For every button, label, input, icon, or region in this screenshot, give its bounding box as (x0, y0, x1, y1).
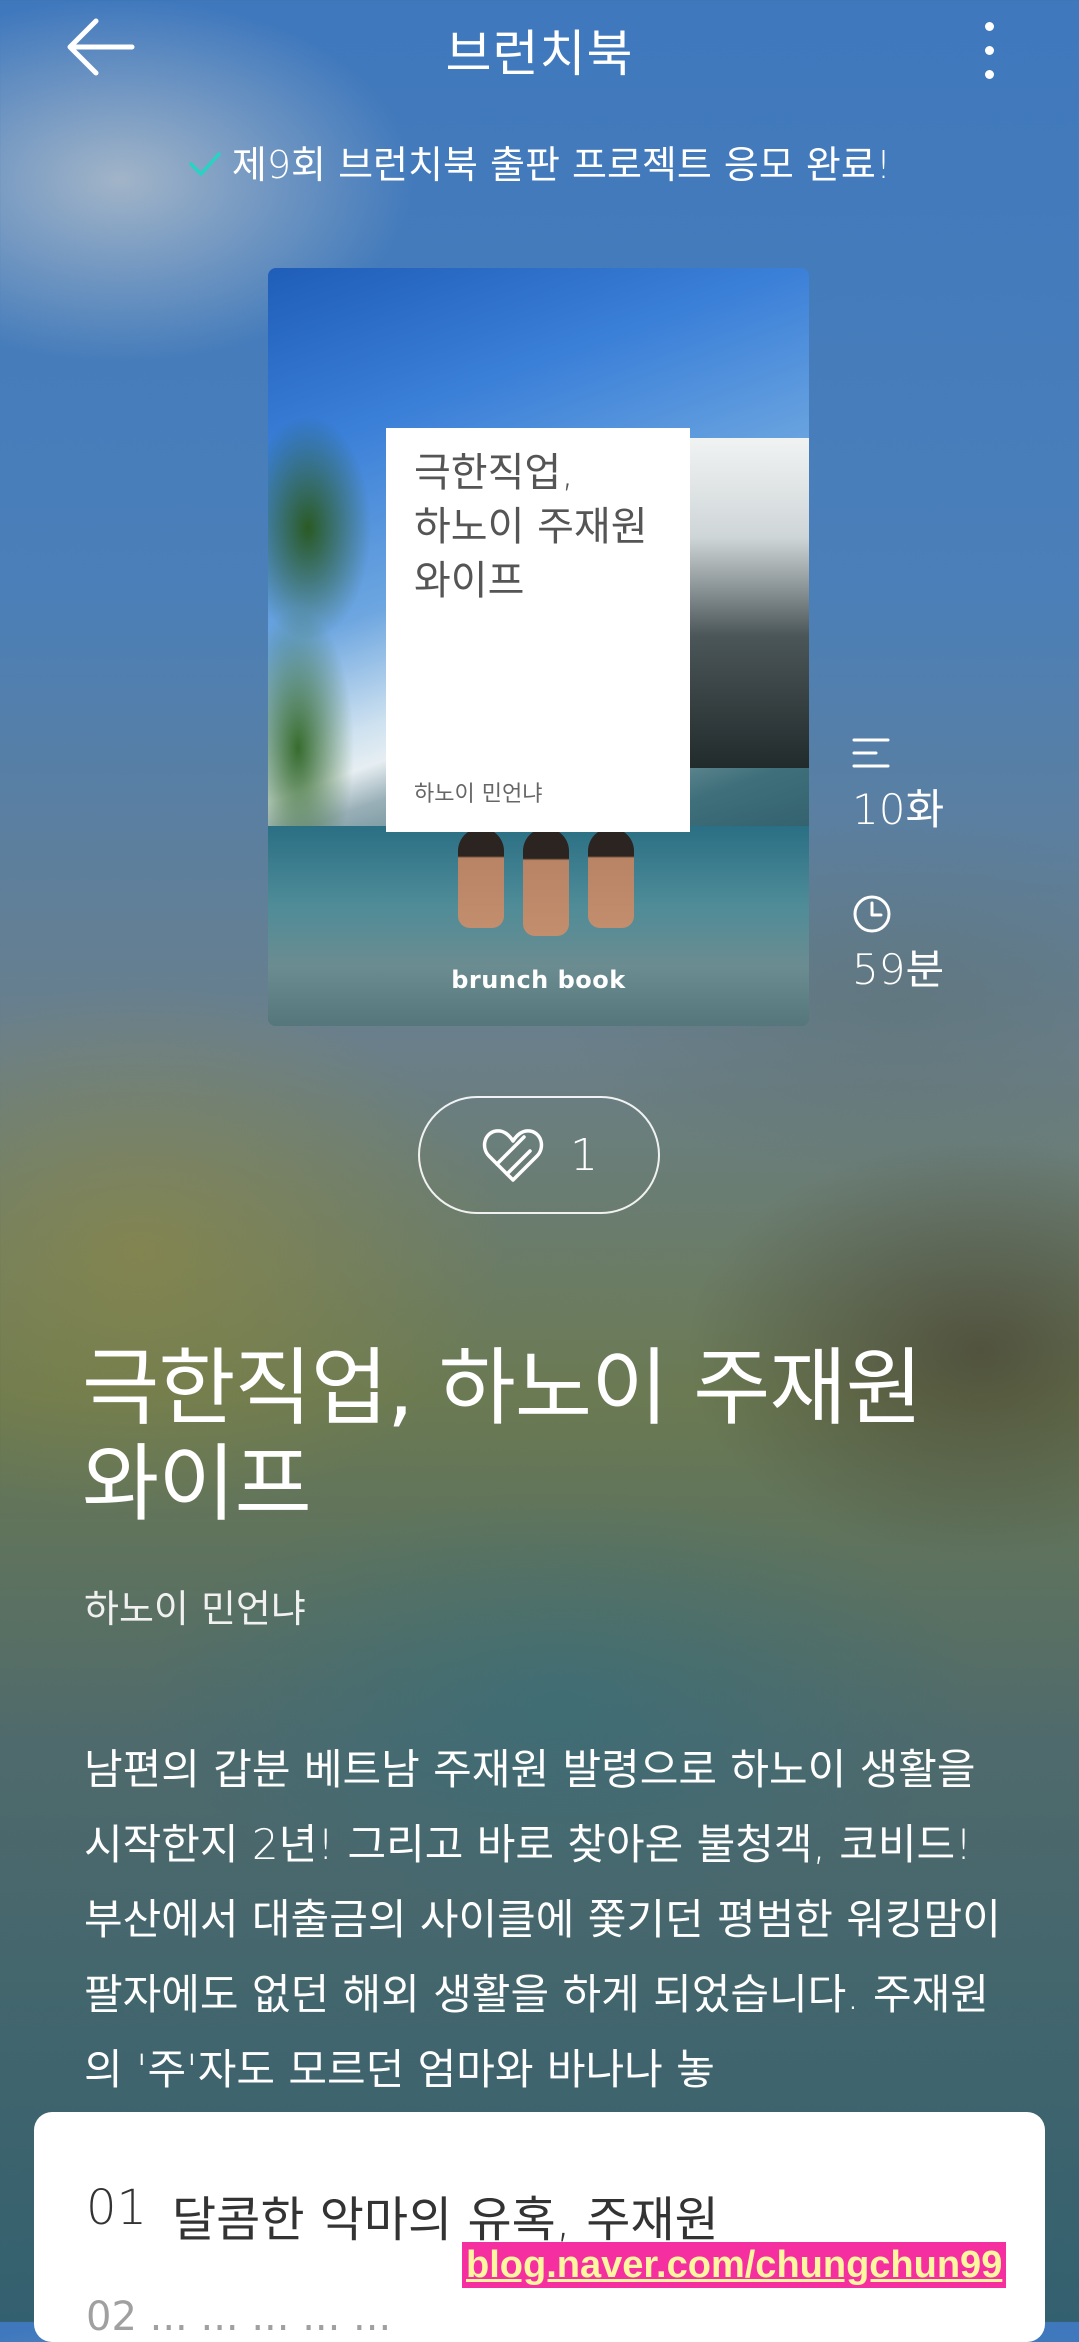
cover-villa (689, 438, 809, 768)
like-icon (482, 1129, 544, 1182)
page-title: 브런치북 (445, 25, 634, 83)
episode-list-sheet[interactable]: 01 달콤한 악마의 유혹, 주재원 02 ... ... ... ... ..… (34, 2112, 1045, 2342)
cover-title-card: 극한직업, 하노이 주재원 와이프 하노이 민언냐 (386, 428, 690, 832)
check-icon (188, 143, 222, 187)
book-description: 남편의 갑분 베트남 주재원 발령으로 하노이 생활을 시작한지 2년! 그리고… (84, 1745, 1001, 2094)
submission-notice: 제9회 브런치북 출판 프로젝트 응모 완료! (0, 134, 1079, 189)
blog-watermark: blog.naver.com/chungchun99 (462, 2242, 1007, 2288)
more-options-button[interactable] (970, 16, 1010, 86)
episode-count-value: 10화 (852, 785, 945, 834)
cover-title: 극한직업, 하노이 주재원 와이프 (414, 450, 648, 604)
cover-swimmers (448, 828, 648, 938)
list-icon (852, 738, 890, 768)
like-button[interactable]: 1 (418, 1096, 660, 1214)
episode-title[interactable]: 달콤한 악마의 유혹, 주재원 (172, 2180, 719, 2250)
book-author[interactable]: 하노이 민언냐 (84, 1578, 306, 1633)
notice-text: 제9회 브런치북 출판 프로젝트 응모 완료! (231, 143, 892, 187)
cover-author: 하노이 민언냐 (414, 782, 543, 807)
like-count: 1 (570, 1129, 598, 1181)
top-bar: 브런치북 (0, 0, 1079, 96)
cover-palm-trees (268, 328, 388, 848)
clock-icon (853, 895, 891, 933)
cover-brand-label: brunch book (451, 966, 626, 994)
book-title: 극한직업, 하노이 주재원 와이프 (82, 1339, 923, 1533)
reading-time: 59분 (852, 894, 944, 997)
episode-next-preview: 02 ... ... ... ... ... (86, 2294, 392, 2340)
episode-number: 01 (86, 2180, 148, 2236)
reading-time-value: 59분 (852, 945, 945, 994)
episode-count: 10화 (852, 734, 944, 837)
book-cover[interactable]: 극한직업, 하노이 주재원 와이프 하노이 민언냐 brunch book (268, 268, 809, 1026)
